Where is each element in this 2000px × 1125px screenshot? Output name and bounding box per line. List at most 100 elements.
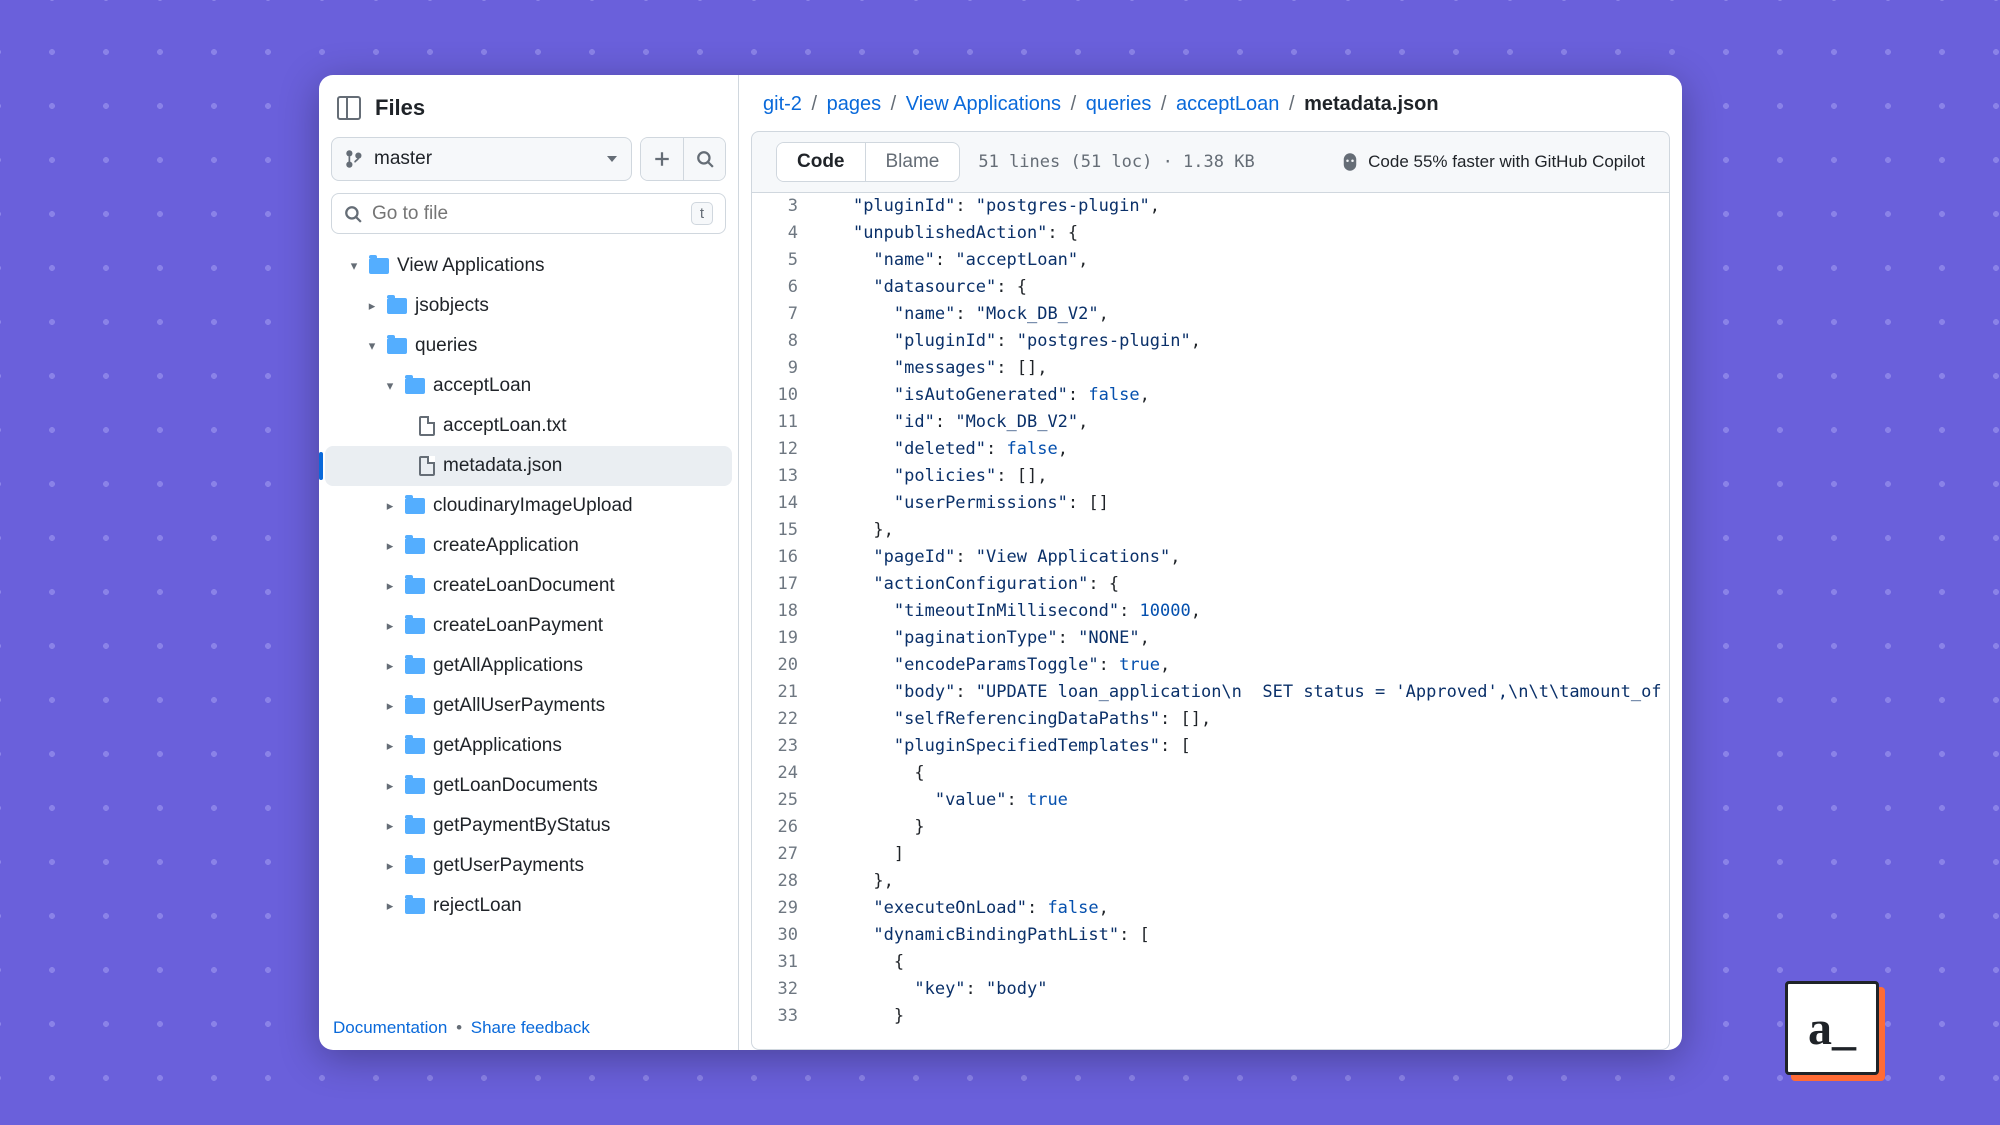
line-number[interactable]: 4 [752, 220, 812, 247]
line-number[interactable]: 8 [752, 328, 812, 355]
line-number[interactable]: 32 [752, 976, 812, 1003]
code-line[interactable]: "pluginId": "postgres-plugin", [812, 328, 1669, 355]
breadcrumb-link[interactable]: queries [1086, 93, 1152, 115]
search-input[interactable] [372, 203, 681, 225]
code-line[interactable]: "userPermissions": [] [812, 490, 1669, 517]
line-number[interactable]: 5 [752, 247, 812, 274]
tab-blame[interactable]: Blame [865, 143, 960, 181]
line-number[interactable]: 22 [752, 706, 812, 733]
code-line[interactable]: "deleted": false, [812, 436, 1669, 463]
line-number[interactable]: 7 [752, 301, 812, 328]
code-line[interactable]: "value": true [812, 787, 1669, 814]
tree-folder[interactable]: ▸cloudinaryImageUpload [325, 486, 732, 526]
line-number[interactable]: 29 [752, 895, 812, 922]
tree-file-metadata-json[interactable]: metadata.json [325, 446, 732, 486]
code-line[interactable]: "pluginSpecifiedTemplates": [ [812, 733, 1669, 760]
code-line[interactable]: "key": "body" [812, 976, 1669, 1003]
code-line[interactable]: { [812, 760, 1669, 787]
tree-folder-acceptloan[interactable]: ▾ acceptLoan [325, 366, 732, 406]
tree-folder[interactable]: ▸getAllUserPayments [325, 686, 732, 726]
code-line[interactable]: "encodeParamsToggle": true, [812, 652, 1669, 679]
tree-folder[interactable]: ▸rejectLoan [325, 886, 732, 926]
line-number[interactable]: 28 [752, 868, 812, 895]
line-number[interactable]: 21 [752, 679, 812, 706]
line-number[interactable]: 15 [752, 517, 812, 544]
line-number[interactable]: 24 [752, 760, 812, 787]
code-line[interactable]: }, [812, 868, 1669, 895]
add-file-button[interactable] [641, 138, 683, 180]
code-line[interactable]: "actionConfiguration": { [812, 571, 1669, 598]
tree-file-acceptloan-txt[interactable]: acceptLoan.txt [325, 406, 732, 446]
line-number[interactable]: 30 [752, 922, 812, 949]
line-number[interactable]: 33 [752, 1003, 812, 1030]
code-viewer[interactable]: 3 "pluginId": "postgres-plugin",4 "unpub… [751, 193, 1670, 1050]
code-line[interactable]: } [812, 1003, 1669, 1030]
tree-folder[interactable]: ▸getUserPayments [325, 846, 732, 886]
line-number[interactable]: 31 [752, 949, 812, 976]
line-number[interactable]: 26 [752, 814, 812, 841]
code-line[interactable]: "timeoutInMillisecond": 10000, [812, 598, 1669, 625]
tree-folder-queries[interactable]: ▾ queries [325, 326, 732, 366]
branch-selector[interactable]: master [331, 137, 632, 181]
tree-folder[interactable]: ▸createLoanDocument [325, 566, 732, 606]
search-button[interactable] [683, 138, 725, 180]
code-line[interactable]: "unpublishedAction": { [812, 220, 1669, 247]
code-line[interactable]: "datasource": { [812, 274, 1669, 301]
code-line[interactable]: "executeOnLoad": false, [812, 895, 1669, 922]
line-number[interactable]: 9 [752, 355, 812, 382]
line-number[interactable]: 14 [752, 490, 812, 517]
line-number[interactable]: 19 [752, 625, 812, 652]
breadcrumb-link[interactable]: acceptLoan [1176, 93, 1279, 115]
tree-folder[interactable]: ▸getApplications [325, 726, 732, 766]
line-number[interactable]: 12 [752, 436, 812, 463]
tree-folder[interactable]: ▸createLoanPayment [325, 606, 732, 646]
code-line[interactable]: "policies": [], [812, 463, 1669, 490]
code-line[interactable]: "selfReferencingDataPaths": [], [812, 706, 1669, 733]
code-line[interactable]: "isAutoGenerated": false, [812, 382, 1669, 409]
tab-code[interactable]: Code [777, 143, 865, 181]
tree-folder[interactable]: ▸getLoanDocuments [325, 766, 732, 806]
line-number[interactable]: 18 [752, 598, 812, 625]
breadcrumb-link[interactable]: git-2 [763, 93, 802, 115]
tree-folder-view-applications[interactable]: ▾ View Applications [325, 246, 732, 286]
code-line[interactable]: { [812, 949, 1669, 976]
tree-folder[interactable]: ▸getPaymentByStatus [325, 806, 732, 846]
line-number[interactable]: 11 [752, 409, 812, 436]
code-line[interactable]: }, [812, 517, 1669, 544]
caret-down-icon [607, 156, 617, 162]
documentation-link[interactable]: Documentation [333, 1018, 447, 1037]
line-number[interactable]: 16 [752, 544, 812, 571]
code-line[interactable]: "pageId": "View Applications", [812, 544, 1669, 571]
code-line[interactable]: "messages": [], [812, 355, 1669, 382]
code-line[interactable]: "name": "Mock_DB_V2", [812, 301, 1669, 328]
tree-label: getAllUserPayments [433, 695, 605, 717]
line-number[interactable]: 10 [752, 382, 812, 409]
share-feedback-link[interactable]: Share feedback [471, 1018, 590, 1037]
app-window: Files master t [319, 75, 1682, 1050]
file-search[interactable]: t [331, 193, 726, 234]
line-number[interactable]: 25 [752, 787, 812, 814]
tree-folder[interactable]: ▸createApplication [325, 526, 732, 566]
code-line[interactable]: "name": "acceptLoan", [812, 247, 1669, 274]
line-number[interactable]: 23 [752, 733, 812, 760]
code-line[interactable]: "body": "UPDATE loan_application\n SET s… [812, 679, 1669, 706]
code-line[interactable]: "pluginId": "postgres-plugin", [812, 193, 1669, 220]
code-line[interactable]: "paginationType": "NONE", [812, 625, 1669, 652]
code-line[interactable]: } [812, 814, 1669, 841]
breadcrumb-link[interactable]: View Applications [906, 93, 1061, 115]
code-line[interactable]: "dynamicBindingPathList": [ [812, 922, 1669, 949]
line-number[interactable]: 13 [752, 463, 812, 490]
line-number[interactable]: 17 [752, 571, 812, 598]
line-number[interactable]: 27 [752, 841, 812, 868]
code-line[interactable]: ] [812, 841, 1669, 868]
line-number[interactable]: 6 [752, 274, 812, 301]
tree-folder[interactable]: ▸getAllApplications [325, 646, 732, 686]
line-number[interactable]: 20 [752, 652, 812, 679]
line-number[interactable]: 3 [752, 193, 812, 220]
tree-label: getLoanDocuments [433, 775, 598, 797]
copilot-promo[interactable]: Code 55% faster with GitHub Copilot [1340, 152, 1645, 172]
tree-folder-jsobjects[interactable]: ▸ jsobjects [325, 286, 732, 326]
breadcrumb-link[interactable]: pages [827, 93, 882, 115]
panel-icon[interactable] [337, 96, 361, 120]
code-line[interactable]: "id": "Mock_DB_V2", [812, 409, 1669, 436]
